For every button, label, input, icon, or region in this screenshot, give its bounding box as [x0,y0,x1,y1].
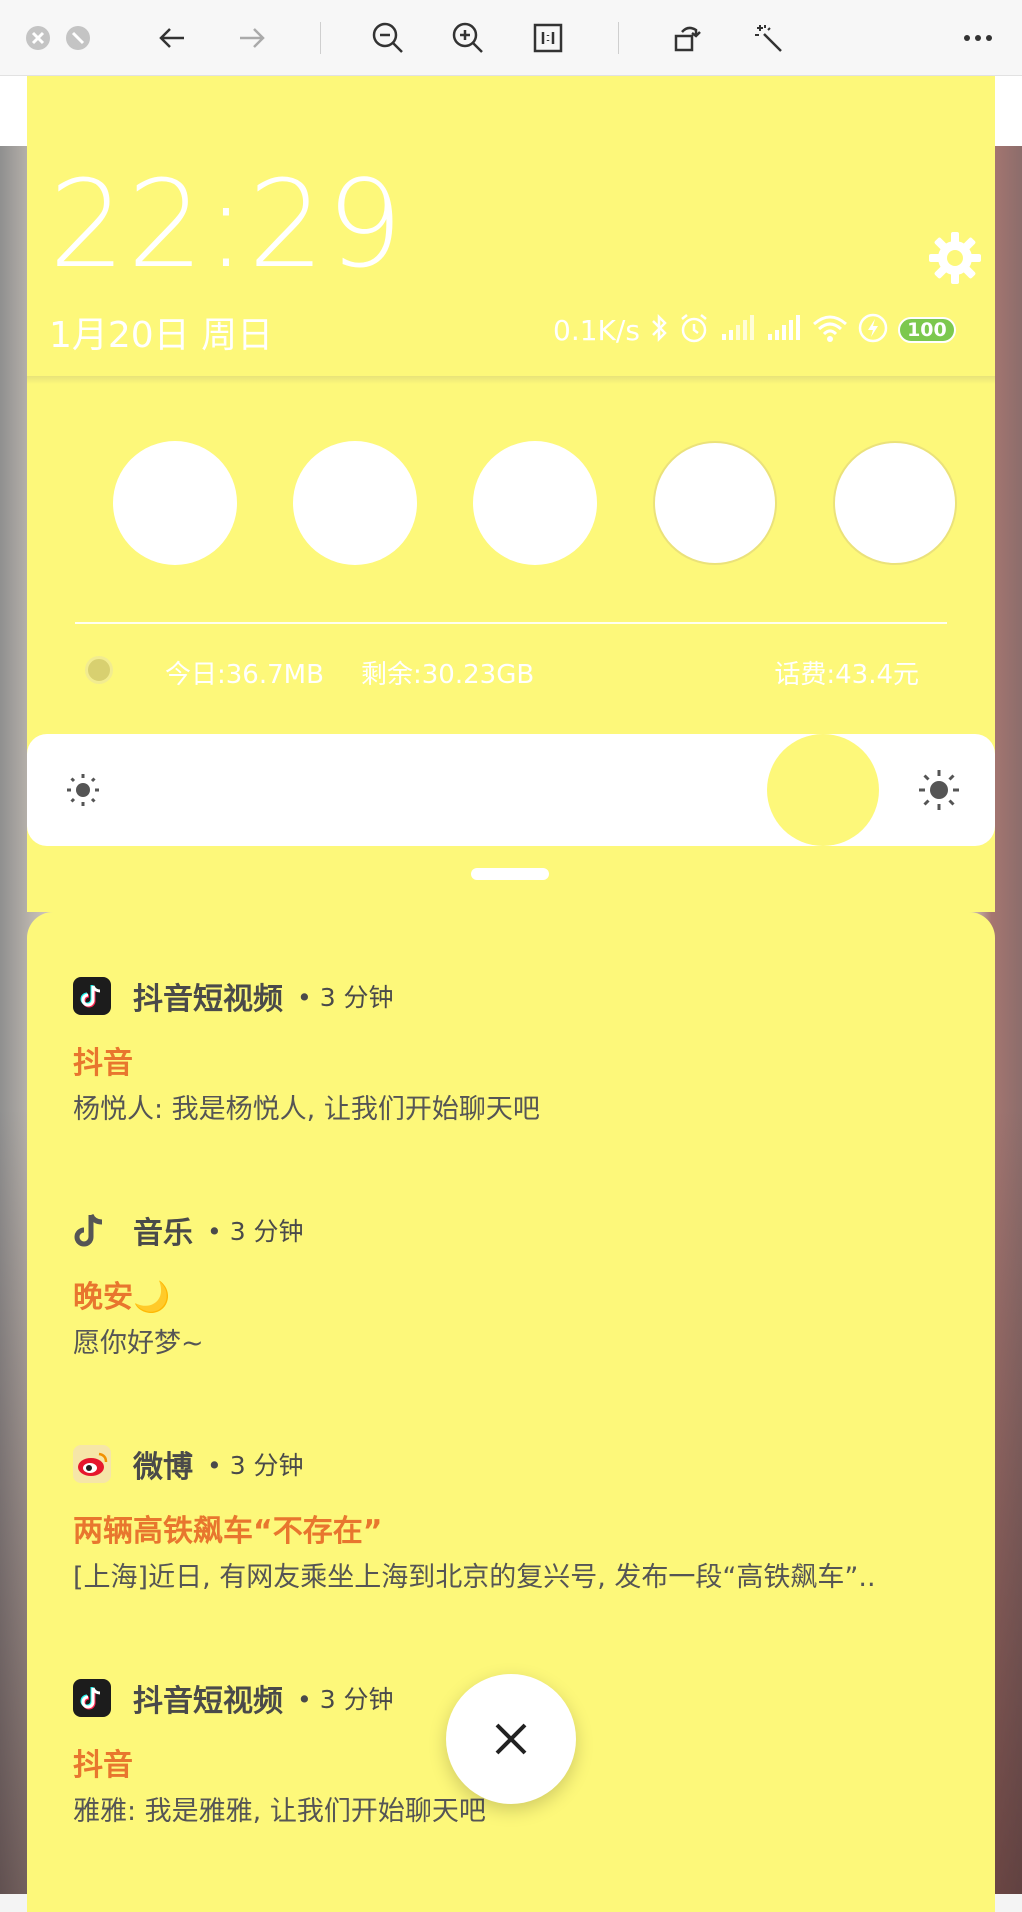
drag-handle[interactable] [471,868,549,880]
signal-1-icon [720,314,756,346]
notification-item[interactable]: 微博 • 3 分钟 两辆高铁飙车“不存在” [上海]近日, 有网友乘坐上海到北京… [73,1444,973,1598]
quick-toggle-2[interactable] [293,441,417,565]
zoom-out-icon[interactable] [368,18,408,58]
forward-arrow-icon[interactable] [232,18,272,58]
notification-title: 抖音 [73,1046,133,1081]
net-speed: 0.1K/s [553,313,640,347]
alarm-icon [678,312,710,348]
bluetooth-icon [650,313,668,347]
actual-size-icon[interactable] [528,18,568,58]
notification-body: 愿你好梦~ [73,1328,204,1359]
divider [75,622,947,624]
notification-time: • 3 分钟 [297,1685,394,1714]
wifi-icon [812,314,848,346]
date: 1月20日 周日 [49,315,274,356]
magic-wand-icon[interactable] [748,18,788,58]
close-icon [495,1723,527,1755]
notification-app-name: 音乐 [133,1216,193,1251]
viewer-toolbar [0,0,1022,76]
data-usage-row[interactable]: 今日:36.7MB 剩余:30.23GB 话费:43.4元 [85,650,975,690]
data-remaining: 剩余:30.23GB [361,660,535,690]
douyin-icon [73,977,111,1015]
rotate-icon[interactable] [668,18,708,58]
brightness-low-icon [65,772,101,812]
notification-app-name: 抖音短视频 [133,982,283,1017]
notification-item[interactable]: 抖音短视频 • 3 分钟 抖音 杨悦人: 我是杨悦人, 让我们开始聊天吧 [73,976,973,1130]
notification-body: [上海]近日, 有网友乘坐上海到北京的复兴号, 发布一段“高铁飙车”.. [73,1562,876,1593]
flash-icon [858,313,888,347]
minimize-window-icon[interactable] [58,18,98,58]
settings-gear-icon[interactable] [927,230,983,286]
phone-fee: 话费:43.4元 [774,660,919,690]
notification-time: • 3 分钟 [297,983,394,1012]
control-panel: 22:29 1月20日 周日 0.1K/s 100 今日:36.7MB 剩余:3… [27,76,995,912]
quick-toggles [87,441,957,571]
status-icons: 0.1K/s 100 [553,310,956,350]
notification-body: 杨悦人: 我是杨悦人, 让我们开始聊天吧 [73,1094,540,1125]
brightness-thumb[interactable] [767,734,879,846]
notification-time: • 3 分钟 [207,1217,304,1246]
data-usage-icon [85,656,113,684]
brightness-slider[interactable] [27,734,995,846]
signal-2-icon [766,314,802,346]
zoom-in-icon[interactable] [448,18,488,58]
battery-indicator: 100 [897,317,956,343]
notification-title: 晚安🌙 [73,1280,171,1315]
clock: 22:29 [49,156,405,295]
music-note-icon [73,1211,111,1249]
back-arrow-icon[interactable] [152,18,192,58]
more-icon[interactable] [958,18,998,58]
quick-toggle-4[interactable] [653,441,777,565]
notification-item[interactable]: 音乐 • 3 分钟 晚安🌙 愿你好梦~ [73,1210,973,1364]
notification-title: 两辆高铁飙车“不存在” [73,1514,383,1549]
quick-toggle-5[interactable] [833,441,957,565]
douyin-icon [73,1679,111,1717]
notification-time: • 3 分钟 [207,1451,304,1480]
quick-toggle-3[interactable] [473,441,597,565]
close-window-icon[interactable] [18,18,58,58]
weibo-icon [73,1445,111,1483]
clear-all-button[interactable] [446,1674,576,1804]
notification-app-name: 微博 [133,1450,193,1485]
data-today: 今日:36.7MB [165,660,324,690]
notification-app-name: 抖音短视频 [133,1684,283,1719]
brightness-high-icon [917,768,961,816]
quick-toggle-1[interactable] [113,441,237,565]
